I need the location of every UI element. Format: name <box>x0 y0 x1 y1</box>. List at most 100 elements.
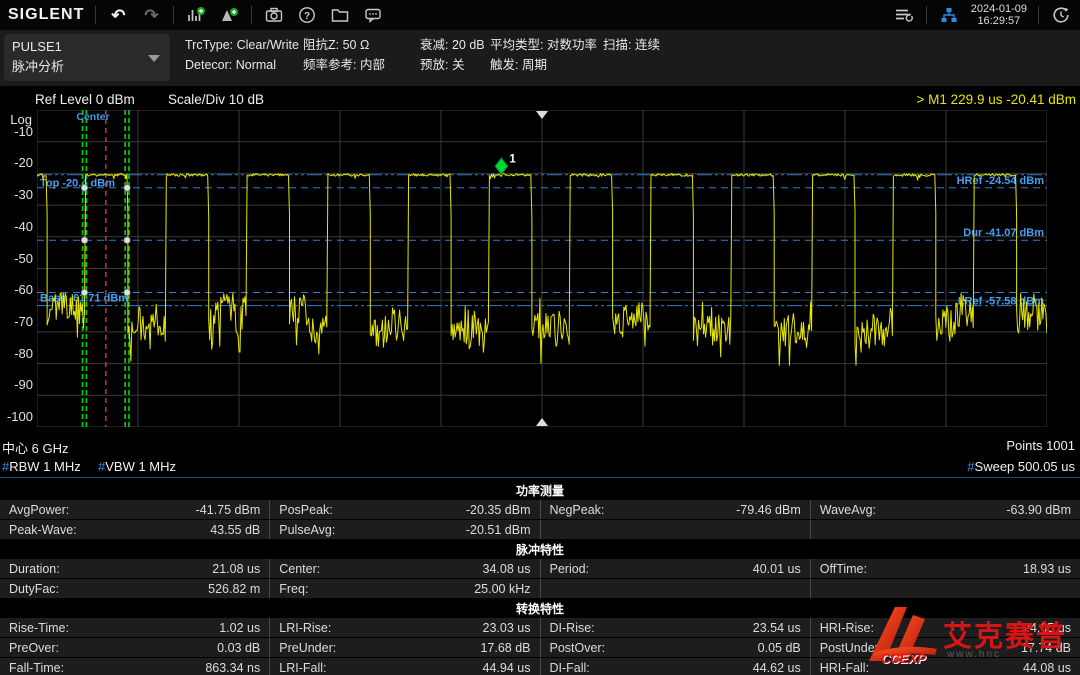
plot-area[interactable]: Top -20.4 dBmHRef -24.54 dBmDur -41.07 d… <box>37 110 1047 427</box>
undo-icon[interactable]: ↶ <box>107 4 129 26</box>
network-lan-icon[interactable] <box>938 4 960 26</box>
settings-bar: PULSE1 脉冲分析 TrcType: Clear/Write Detecor… <box>0 30 1080 86</box>
sweep-hash: # <box>967 459 974 474</box>
points-readout: Points 1001 <box>1006 438 1075 453</box>
top-toolbar: SIGLENT ↶ ↷ ? 2024-01 <box>0 0 1080 30</box>
table-cell: DutyFac:526.82 m <box>0 579 269 598</box>
trigger-setting: 触发: 周期 <box>490 55 597 75</box>
table-cell: OffTime:18.93 us <box>810 559 1080 578</box>
table-section-title: 脉冲特性 <box>0 543 1080 558</box>
mode-selector[interactable]: PULSE1 脉冲分析 <box>4 34 170 81</box>
impedance-setting: 阻抗Z: 50 Ω <box>303 35 385 55</box>
divider <box>95 6 96 24</box>
rbw-readout[interactable]: #RBW 1 MHz <box>2 459 81 474</box>
gate-dot <box>81 237 87 243</box>
axis-marker-top <box>536 111 548 119</box>
settings-col-sweep[interactable]: 扫描: 连续 <box>603 35 660 55</box>
table-section-title: 功率测量 <box>0 484 1080 499</box>
divider <box>1038 6 1039 24</box>
gate-dot <box>81 289 87 295</box>
table-cell: PulseAvg:-20.51 dBm <box>269 520 539 539</box>
table-cell: Rise-Time:1.02 us <box>0 618 269 637</box>
center-frequency-readout[interactable]: 中心 6 GHz <box>2 438 68 457</box>
measurement-tables: 功率测量AvgPower:-41.75 dBmPosPeak:-20.35 dB… <box>0 480 1080 675</box>
history-restore-icon[interactable] <box>1050 4 1072 26</box>
table-cell: HRI-Fall:44.08 us <box>810 658 1080 675</box>
table-cell: HRI-Rise:24.05 us <box>810 618 1080 637</box>
y-axis-ticks: -10-20-30-40-50-60-70-80-90-100 <box>0 110 33 427</box>
settings-col-trace[interactable]: TrcType: Clear/Write Detecor: Normal <box>185 35 299 75</box>
help-icon[interactable]: ? <box>296 4 318 26</box>
time-text: 16:29:57 <box>971 15 1027 27</box>
divider <box>926 6 927 24</box>
y-tick: -40 <box>0 219 33 234</box>
gate-dot <box>124 185 130 191</box>
table-cell: NegPeak:-79.46 dBm <box>540 500 810 519</box>
preamp-setting: 预放: 关 <box>420 55 485 75</box>
table-cell: Peak-Wave:43.55 dB <box>0 520 269 539</box>
gate-dot <box>81 185 87 191</box>
table-cell: Fall-Time:863.34 ns <box>0 658 269 675</box>
table-cell: PosPeak:-20.35 dBm <box>269 500 539 519</box>
ref-level-readout[interactable]: Ref Level 0 dBm <box>35 92 135 107</box>
redo-icon[interactable]: ↷ <box>140 4 162 26</box>
chevron-down-icon <box>148 55 160 62</box>
table-cell <box>810 579 1080 598</box>
date-text: 2024-01-09 <box>971 3 1027 15</box>
message-icon[interactable] <box>362 4 384 26</box>
marker1-readout: > M1 229.9 us -20.41 dBm <box>917 92 1076 107</box>
scale-div-readout[interactable]: Scale/Div 10 dB <box>168 92 264 107</box>
table-row: PreOver:0.03 dBPreUnder:17.68 dBPostOver… <box>0 637 1080 657</box>
analyzer-screen: SIGLENT ↶ ↷ ? 2024-01 <box>0 0 1080 675</box>
y-tick: -90 <box>0 377 33 392</box>
mode-subname: 脉冲分析 <box>12 57 162 77</box>
ref-line-label-HRef: HRef -24.54 dBm <box>957 175 1045 187</box>
sweep-readout[interactable]: #Sweep 500.05 us <box>967 459 1075 474</box>
marker1-diamond <box>495 158 508 175</box>
gate-center-label: Center <box>76 111 109 123</box>
table-cell: Duration:21.08 us <box>0 559 269 578</box>
table-cell: Center:34.08 us <box>269 559 539 578</box>
table-cell <box>540 520 810 539</box>
gate-dot <box>124 237 130 243</box>
axis-marker-bottom <box>536 418 548 426</box>
table-cell <box>540 579 810 598</box>
table-cell: Freq:25.00 kHz <box>269 579 539 598</box>
add-marker-icon[interactable] <box>218 4 240 26</box>
add-trace-icon[interactable] <box>185 4 207 26</box>
table-cell: PostOver:0.05 dB <box>540 638 810 657</box>
freq-ref-setting: 频率参考: 内部 <box>303 55 385 75</box>
settings-col-atten[interactable]: 衰减: 20 dB 预放: 关 <box>420 35 485 75</box>
vbw-readout[interactable]: #VBW 1 MHz <box>98 459 176 474</box>
mode-name: PULSE1 <box>12 37 162 57</box>
table-cell: DI-Fall:44.62 us <box>540 658 810 675</box>
table-row: DutyFac:526.82 mFreq:25.00 kHz <box>0 578 1080 598</box>
trctype-setting: TrcType: Clear/Write <box>185 35 299 55</box>
file-icon[interactable] <box>329 4 351 26</box>
y-tick: -30 <box>0 187 33 202</box>
table-cell: PostUnder:17.74 dB <box>810 638 1080 657</box>
table-cell: WaveAvg:-63.90 dBm <box>810 500 1080 519</box>
sweep-mode-setting: 扫描: 连续 <box>603 35 660 55</box>
table-cell: AvgPower:-41.75 dBm <box>0 500 269 519</box>
table-cell: LRI-Rise:23.03 us <box>269 618 539 637</box>
y-tick: -100 <box>0 409 33 424</box>
y-tick: -60 <box>0 282 33 297</box>
datetime-display[interactable]: 2024-01-09 16:29:57 <box>971 3 1027 27</box>
detector-setting: Detecor: Normal <box>185 55 299 75</box>
svg-text:?: ? <box>304 11 310 22</box>
ref-line-label-Dur: Dur -41.07 dBm <box>963 227 1044 239</box>
y-tick: -10 <box>0 124 33 139</box>
table-cell: PreUnder:17.68 dB <box>269 638 539 657</box>
table-row: Rise-Time:1.02 usLRI-Rise:23.03 usDI-Ris… <box>0 617 1080 637</box>
avg-type-setting: 平均类型: 对数功率 <box>490 35 597 55</box>
settings-col-impedance[interactable]: 阻抗Z: 50 Ω 频率参考: 内部 <box>303 35 385 75</box>
settings-col-avg[interactable]: 平均类型: 对数功率 触发: 周期 <box>490 35 597 75</box>
preset-list-icon[interactable] <box>893 4 915 26</box>
y-tick: -80 <box>0 346 33 361</box>
table-cell: Period:40.01 us <box>540 559 810 578</box>
gate-dot <box>124 289 130 295</box>
table-cell: DI-Rise:23.54 us <box>540 618 810 637</box>
screenshot-camera-icon[interactable] <box>263 4 285 26</box>
table-section-title: 转换特性 <box>0 602 1080 617</box>
